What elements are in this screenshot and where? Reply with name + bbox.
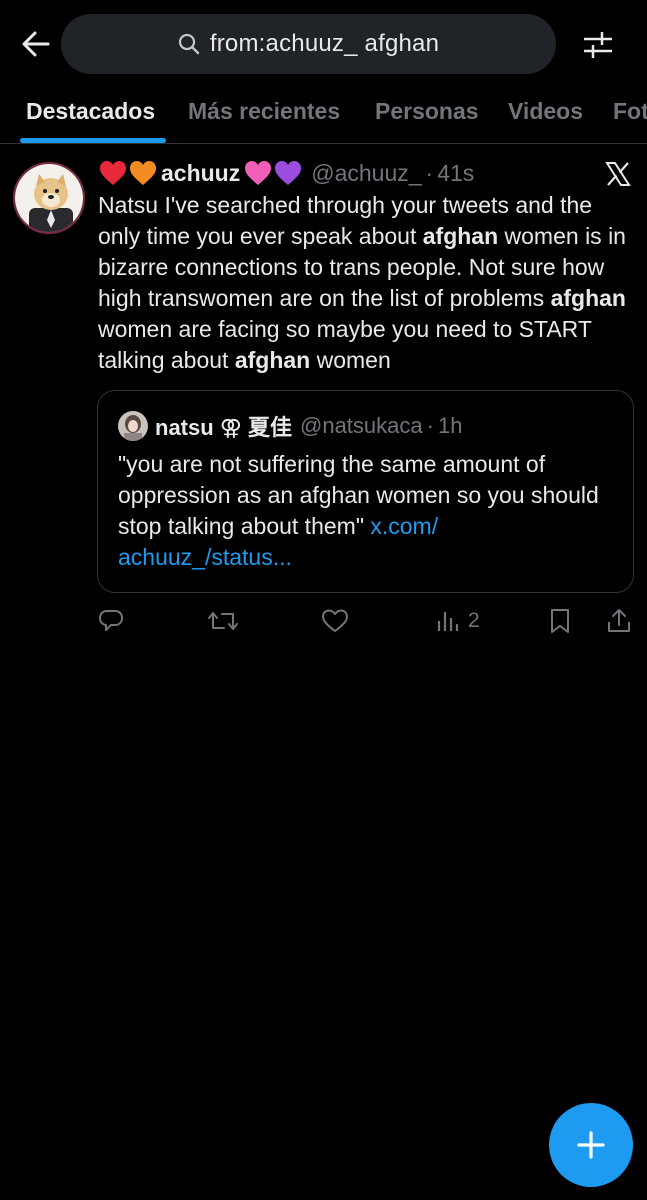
quoted-avatar[interactable]: [118, 411, 148, 441]
author-name[interactable]: achuuz: [161, 160, 240, 187]
highlighted-term: afghan: [234, 347, 311, 373]
share-icon: [608, 609, 630, 632]
search-filter-button[interactable]: [580, 28, 616, 62]
heart-icon: [322, 609, 348, 632]
reply-icon: [99, 610, 123, 631]
pink-heart-icon: [245, 161, 272, 185]
tab-destacados[interactable]: Destacados: [26, 98, 155, 125]
separator-dot: ·: [425, 159, 434, 186]
quoted-body: "you are not suffering the same amount o…: [118, 451, 599, 539]
top-bar: from:achuuz_ afghan: [0, 0, 647, 88]
retweet-button[interactable]: [208, 607, 246, 635]
search-tabs: Destacados Más recientes Personas Videos…: [0, 88, 647, 144]
bookmark-button[interactable]: [549, 607, 571, 635]
avatar[interactable]: [13, 162, 85, 234]
plus-icon: [577, 1131, 605, 1159]
x-logo-icon: [605, 162, 631, 186]
search-input[interactable]: from:achuuz_ afghan: [61, 14, 556, 74]
quoted-author-name[interactable]: natsu ⚢ 夏佳: [155, 410, 292, 442]
active-tab-indicator: [20, 138, 166, 143]
search-icon: [178, 33, 200, 55]
sliders-icon: [584, 32, 612, 58]
tweet-text: Natsu I've searched through your tweets …: [98, 190, 638, 376]
quoted-header: natsu ⚢ 夏佳 @natsukaca · 1h: [155, 409, 462, 443]
arrow-left-icon: [22, 31, 50, 57]
like-button[interactable]: [321, 607, 357, 635]
quoted-tweet[interactable]: natsu ⚢ 夏佳 @natsukaca · 1h "you are not …: [97, 390, 634, 593]
quoted-avatar-image: [118, 411, 148, 441]
orange-heart-icon: [130, 161, 156, 185]
tab-videos[interactable]: Videos: [508, 98, 583, 125]
views-button[interactable]: 2: [436, 607, 480, 635]
red-heart-icon: [100, 161, 126, 185]
tweet-timestamp[interactable]: 41s: [437, 160, 474, 187]
views-icon: [437, 612, 459, 631]
tab-fotos[interactable]: Fot: [613, 98, 647, 125]
quoted-separator-dot: ·: [426, 413, 434, 438]
quoted-timestamp[interactable]: 1h: [438, 413, 462, 439]
compose-button[interactable]: [549, 1103, 633, 1187]
highlighted-term: afghan: [550, 285, 626, 311]
views-count: 2: [468, 609, 480, 632]
back-button[interactable]: [18, 28, 54, 60]
purple-heart-icon: [275, 161, 302, 185]
tab-mas-recientes[interactable]: Más recientes: [188, 98, 340, 125]
highlighted-term: afghan: [422, 223, 499, 249]
retweet-icon: [208, 612, 238, 630]
bookmark-icon: [551, 609, 569, 633]
search-query: from:achuuz_ afghan: [209, 30, 440, 57]
author-handle[interactable]: @achuuz_: [311, 160, 421, 187]
tweet-header: achuuz @achuuz_ · 41s: [98, 157, 474, 189]
quoted-author-handle[interactable]: @natsukaca: [300, 413, 423, 439]
reply-button[interactable]: [98, 607, 132, 635]
tweet-text-segment: women: [310, 347, 391, 373]
avatar-image: [15, 164, 83, 232]
share-button[interactable]: [607, 607, 631, 635]
tweet-actions: 2: [0, 603, 647, 639]
tab-personas[interactable]: Personas: [375, 98, 479, 125]
quoted-text: "you are not suffering the same amount o…: [118, 449, 618, 573]
